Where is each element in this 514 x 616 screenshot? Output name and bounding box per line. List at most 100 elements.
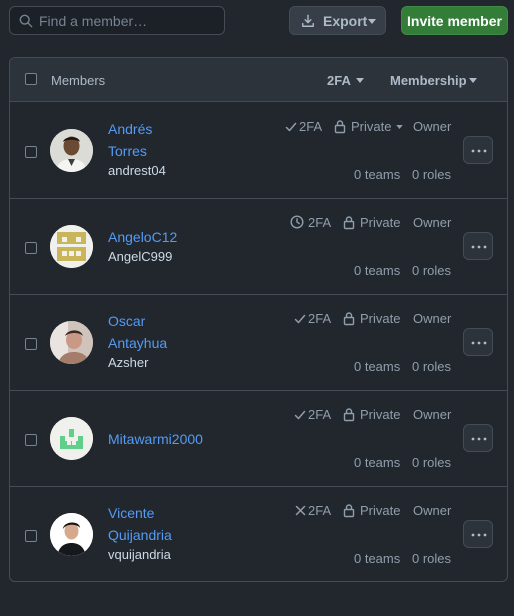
x-icon (295, 505, 306, 516)
kebab-horizontal-icon (471, 533, 487, 537)
members-toolbar: Find a member… Export Invite member (0, 0, 514, 44)
visibility-dropdown[interactable]: Private (343, 407, 400, 422)
member-teams-count[interactable]: 0 teams (354, 551, 400, 566)
lock-icon (343, 504, 355, 518)
tfa-status: 2FA (290, 215, 331, 230)
invite-member-label: Invite member (407, 13, 502, 29)
member-name-link[interactable]: Vicente (108, 502, 154, 524)
member-roles-count[interactable]: 0 roles (412, 167, 451, 182)
member-checkbox[interactable] (25, 146, 37, 158)
member-name-link[interactable]: Antayhua (108, 332, 167, 354)
member-role: Owner (413, 119, 452, 134)
triangle-down-icon (396, 125, 403, 129)
search-input[interactable]: Find a member… (9, 6, 225, 35)
clock-icon (290, 215, 304, 229)
member-name-link[interactable]: Quijandria (108, 524, 172, 546)
member-name-link[interactable]: Andrés (108, 118, 152, 140)
member-teams-count[interactable]: 0 teams (354, 167, 400, 182)
member-teams-count[interactable]: 0 teams (354, 263, 400, 278)
member-checkbox[interactable] (25, 338, 37, 350)
lock-icon (343, 216, 355, 230)
member-role: Owner (413, 215, 452, 230)
tfa-label: 2FA (308, 215, 332, 230)
member-row: Mitawarmi2000 2FA Private Owner 0 teams … (10, 391, 507, 487)
tfa-label: 2FA (308, 311, 332, 326)
export-label: Export (323, 13, 368, 29)
kebab-horizontal-icon (471, 341, 487, 345)
visibility-dropdown[interactable]: Private (334, 119, 403, 134)
member-role: Owner (413, 311, 452, 326)
tfa-label: 2FA (308, 503, 332, 518)
filter-2fa[interactable]: 2FA (327, 73, 351, 88)
select-all-checkbox[interactable] (25, 73, 37, 85)
member-actions-button[interactable] (463, 136, 493, 164)
triangle-down-icon (469, 78, 477, 83)
lock-icon (343, 408, 355, 422)
tfa-status: 2FA (294, 311, 331, 326)
tfa-status: 2FA (295, 503, 331, 518)
members-table: Members 2FA Membership Andrés Torres and… (9, 57, 508, 582)
member-roles-count[interactable]: 0 roles (412, 455, 451, 470)
triangle-down-icon (368, 19, 376, 24)
visibility-label: Private (360, 311, 401, 326)
tfa-status: 2FA (294, 407, 331, 422)
avatar[interactable] (50, 129, 93, 172)
visibility-label: Private (360, 407, 401, 422)
export-button[interactable]: Export (289, 6, 386, 35)
check-icon (294, 314, 306, 324)
table-header: Members 2FA Membership (10, 58, 507, 102)
member-checkbox[interactable] (25, 242, 37, 254)
member-row: AngeloC12 AngelC999 2FA Private Owner 0 … (10, 199, 507, 295)
member-row: Oscar Antayhua Azsher 2FA Private Owner … (10, 295, 507, 391)
search-icon (19, 14, 33, 28)
tfa-status: 2FA (285, 119, 322, 134)
visibility-label: Private (360, 215, 401, 230)
filter-membership[interactable]: Membership (390, 73, 467, 88)
member-teams-count[interactable]: 0 teams (354, 359, 400, 374)
avatar[interactable] (50, 417, 93, 460)
member-roles-count[interactable]: 0 roles (412, 551, 451, 566)
member-actions-button[interactable] (463, 232, 493, 260)
kebab-horizontal-icon (471, 245, 487, 249)
kebab-horizontal-icon (471, 149, 487, 153)
members-header-label: Members (51, 73, 106, 88)
member-login: AngelC999 (108, 249, 173, 264)
member-login: Azsher (108, 355, 149, 370)
lock-icon (343, 312, 355, 326)
visibility-dropdown[interactable]: Private (343, 311, 400, 326)
member-actions-button[interactable] (463, 424, 493, 452)
triangle-down-icon (356, 78, 364, 83)
lock-icon (334, 120, 346, 134)
member-teams-count[interactable]: 0 teams (354, 455, 400, 470)
visibility-label: Private (360, 503, 401, 518)
search-placeholder: Find a member… (39, 13, 148, 29)
member-role: Owner (413, 503, 452, 518)
visibility-dropdown[interactable]: Private (343, 215, 400, 230)
check-icon (285, 122, 297, 132)
tfa-label: 2FA (308, 407, 332, 422)
visibility-dropdown[interactable]: Private (343, 503, 400, 518)
invite-member-button[interactable]: Invite member (401, 6, 508, 35)
member-checkbox[interactable] (25, 530, 37, 542)
member-roles-count[interactable]: 0 roles (412, 359, 451, 374)
member-name-link[interactable]: AngeloC12 (108, 226, 177, 248)
member-name-link[interactable]: Oscar (108, 310, 145, 332)
avatar[interactable] (50, 321, 93, 364)
check-icon (294, 410, 306, 420)
member-roles-count[interactable]: 0 roles (412, 263, 451, 278)
avatar[interactable] (50, 225, 93, 268)
member-name-link[interactable]: Torres (108, 140, 147, 162)
visibility-label: Private (351, 119, 392, 134)
tfa-label: 2FA (299, 119, 323, 134)
member-login: andrest04 (108, 163, 166, 178)
kebab-horizontal-icon (471, 437, 487, 441)
download-icon (302, 14, 314, 27)
member-checkbox[interactable] (25, 434, 37, 446)
member-name-link[interactable]: Mitawarmi2000 (108, 428, 203, 450)
member-row: Andrés Torres andrest04 2FA Private Owne… (10, 103, 507, 199)
member-actions-button[interactable] (463, 328, 493, 356)
member-actions-button[interactable] (463, 520, 493, 548)
member-login: vquijandria (108, 547, 171, 562)
member-row: Vicente Quijandria vquijandria 2FA Priva… (10, 487, 507, 581)
avatar[interactable] (50, 513, 93, 556)
